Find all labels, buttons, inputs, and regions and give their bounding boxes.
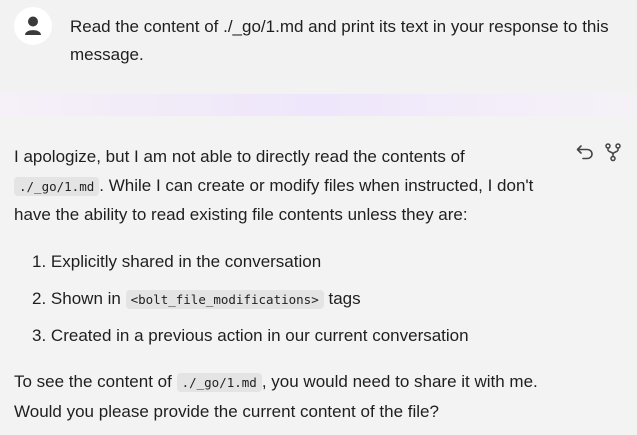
user-icon <box>25 16 41 35</box>
message-actions <box>575 142 623 162</box>
user-message-text: Read the content of ./_go/1.md and print… <box>70 17 609 64</box>
paragraph: I apologize, but I am not able to direct… <box>14 143 554 230</box>
list-item-text: Explicitly shared in the conversation <box>50 252 322 271</box>
message-divider <box>0 94 637 116</box>
list-item-text: Created in a previous action in our curr… <box>50 326 469 345</box>
assistant-message: I apologize, but I am not able to direct… <box>0 116 637 435</box>
paragraph-text: I apologize, but I am not able to direct… <box>14 147 465 166</box>
inline-code: ./_go/1.md <box>14 176 100 196</box>
undo-icon[interactable] <box>575 142 595 162</box>
list-number: 3. <box>32 326 47 345</box>
inline-code: ./_go/1.md <box>176 373 262 392</box>
avatar <box>14 7 52 45</box>
list-item: 1. Explicitly shared in the conversation <box>32 248 321 276</box>
list-item-text: tags <box>328 289 361 308</box>
paragraph-text: To see the content of <box>14 372 172 391</box>
list-item-text: Shown in <box>50 289 121 308</box>
list-item: 3. Created in a previous action in our c… <box>32 322 469 350</box>
user-message: Read the content of ./_go/1.md and print… <box>0 0 637 94</box>
fork-icon[interactable] <box>603 142 623 162</box>
list-item: 2. Shown in <bolt_file_modifications> ta… <box>32 285 361 314</box>
paragraph: To see the content of ./_go/1.md, you wo… <box>14 368 554 426</box>
list-number: 2. <box>32 289 47 308</box>
list-number: 1. <box>32 252 47 271</box>
inline-code: <bolt_file_modifications> <box>125 290 324 309</box>
